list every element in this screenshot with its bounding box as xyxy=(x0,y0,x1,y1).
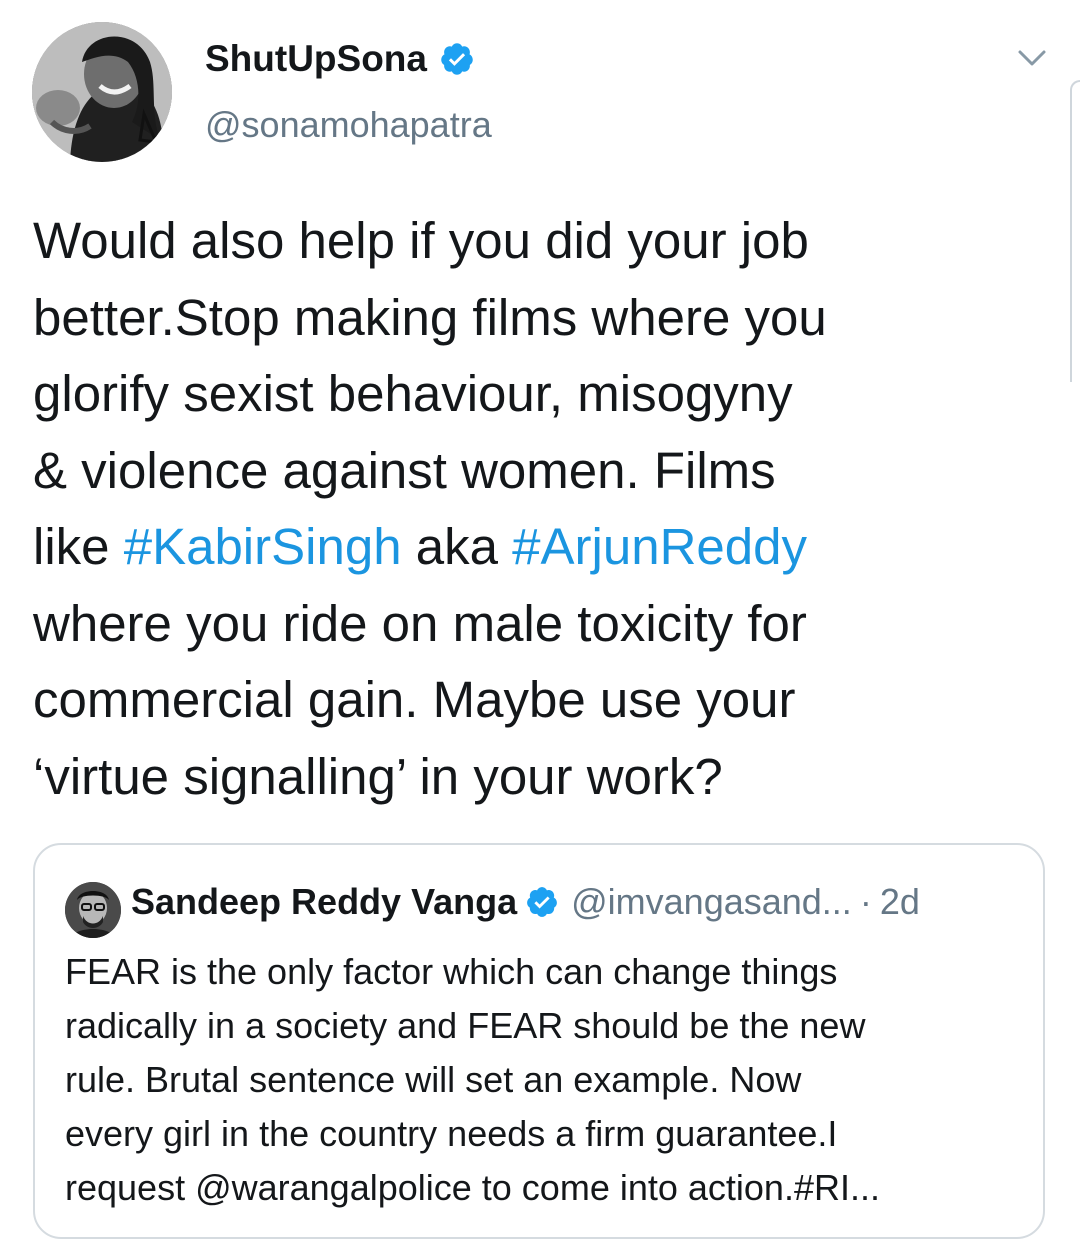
quoted-avatar-photo xyxy=(65,882,121,938)
quoted-line: rule. Brutal sentence will set an exampl… xyxy=(65,1059,802,1100)
plain-text: like xyxy=(33,518,124,575)
quoted-line: radically in a society and FEAR should b… xyxy=(65,1005,866,1046)
tweet-line: better.Stop making films where you xyxy=(33,288,827,346)
hashtag-link-arjunreddy[interactable]: #ArjunReddy xyxy=(512,518,807,575)
separator-dot: · xyxy=(859,881,872,922)
quoted-line: every girl in the country needs a firm g… xyxy=(65,1113,838,1154)
tweet-line: & violence against women. Films xyxy=(33,441,776,499)
tweet-line: ‘virtue signalling’ in your work? xyxy=(33,747,723,805)
tweet-line: Would also help if you did your job xyxy=(33,212,809,269)
quoted-tweet-card[interactable]: Sandeep Reddy Vanga @imvangasand... · 2d… xyxy=(33,843,1045,1239)
tweet-line: where you ride on male toxicity for xyxy=(33,594,807,652)
quoted-tweet-text: FEAR is the only factor which can change… xyxy=(65,945,1025,1215)
tweet-line: commercial gain. Maybe use your xyxy=(33,671,796,728)
hashtag-link-kabirsingh[interactable]: #KabirSingh xyxy=(124,518,402,575)
author-handle[interactable]: @sonamohapatra xyxy=(205,104,492,146)
plain-text: aka xyxy=(401,518,513,575)
tweet-line: glorify sexist behaviour, misogyny xyxy=(33,365,793,422)
quoted-line: request @warangalpolice to come into act… xyxy=(65,1167,880,1208)
tweet-text: Would also help if you did your job bett… xyxy=(33,203,1053,815)
chevron-down-icon[interactable] xyxy=(1016,46,1048,70)
avatar-photo xyxy=(32,22,172,162)
scroll-edge xyxy=(1070,80,1080,382)
tweet-line: like #KabirSingh aka #ArjunReddy xyxy=(33,509,1053,586)
quoted-author-avatar[interactable] xyxy=(65,882,121,938)
author-avatar[interactable] xyxy=(32,22,172,162)
author-name-text: ShutUpSona xyxy=(205,38,427,79)
verified-badge-icon xyxy=(527,887,557,917)
quoted-line: FEAR is the only factor which can change… xyxy=(65,951,838,992)
author-display-name[interactable]: ShutUpSona xyxy=(205,38,475,80)
quoted-tweet-header: Sandeep Reddy Vanga @imvangasand... · 2d xyxy=(131,881,920,923)
quoted-tweet-timestamp[interactable]: 2d xyxy=(880,881,920,923)
quoted-author-handle[interactable]: @imvangasand... xyxy=(571,881,852,923)
quoted-author-name[interactable]: Sandeep Reddy Vanga xyxy=(131,881,517,923)
verified-badge-icon xyxy=(441,43,473,75)
